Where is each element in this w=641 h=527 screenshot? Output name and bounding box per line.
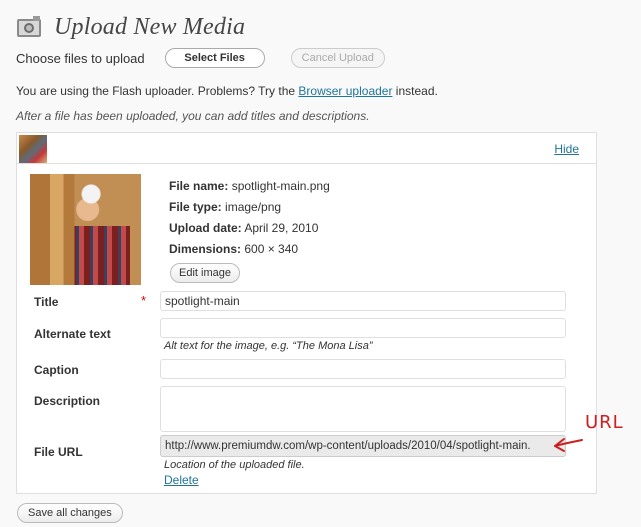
file-url-label: File URL xyxy=(34,445,83,459)
choose-files-label: Choose files to upload xyxy=(16,50,145,66)
file-type-label: File type: xyxy=(169,200,222,214)
dimensions-value: 600 × 340 xyxy=(244,242,299,256)
select-files-button[interactable]: Select Files xyxy=(164,48,265,68)
upload-date-label: Upload date: xyxy=(169,221,242,235)
browser-uploader-link[interactable]: Browser uploader xyxy=(298,84,392,98)
alt-text-input[interactable] xyxy=(160,318,566,338)
after-upload-note: After a file has been uploaded, you can … xyxy=(16,109,370,123)
save-all-changes-button[interactable]: Save all changes xyxy=(17,503,123,523)
flash-note-prefix: You are using the Flash uploader. Proble… xyxy=(16,84,299,98)
file-url-input[interactable]: http://www.premiumdw.com/wp-content/uplo… xyxy=(160,435,566,457)
media-item-header: Hide xyxy=(17,133,596,164)
file-type-row: File type: image/png xyxy=(169,197,330,218)
delete-link[interactable]: Delete xyxy=(164,473,199,487)
upload-date-value: April 29, 2010 xyxy=(244,221,319,235)
url-annotation-label: URL xyxy=(585,412,624,433)
upload-row: Choose files to upload Select Files Canc… xyxy=(16,47,385,69)
alt-text-label: Alternate text xyxy=(34,327,111,341)
media-thumbnail xyxy=(19,135,47,163)
flash-note-suffix: instead. xyxy=(392,84,438,98)
required-mark: * xyxy=(141,293,147,308)
description-label: Description xyxy=(34,394,101,408)
dimensions-label: Dimensions: xyxy=(169,242,242,256)
caption-input[interactable] xyxy=(160,359,566,379)
page-header: Upload New Media xyxy=(16,12,245,42)
file-url-help: Location of the uploaded file. xyxy=(164,459,305,471)
edit-image-button[interactable]: Edit image xyxy=(170,263,240,283)
file-type-value: image/png xyxy=(225,200,282,214)
file-name-row: File name: spotlight-main.png xyxy=(169,176,330,197)
caption-label: Caption xyxy=(34,363,79,377)
file-name-label: File name: xyxy=(169,179,229,193)
page-title: Upload New Media xyxy=(54,13,246,40)
hide-link[interactable]: Hide xyxy=(554,142,579,156)
media-upload-icon xyxy=(17,16,41,37)
media-item: Hide File name: spotlight-main.png File … xyxy=(16,132,597,494)
image-preview xyxy=(30,174,141,285)
title-input[interactable] xyxy=(160,291,566,311)
file-name-value: spotlight-main.png xyxy=(231,179,330,193)
upload-date-row: Upload date: April 29, 2010 xyxy=(169,218,330,239)
cancel-upload-button[interactable]: Cancel Upload xyxy=(290,48,385,68)
dimensions-row: Dimensions: 600 × 340 xyxy=(169,239,330,260)
title-label: Title xyxy=(34,295,59,309)
alt-text-help: Alt text for the image, e.g. “The Mona L… xyxy=(164,340,373,352)
flash-uploader-note: You are using the Flash uploader. Proble… xyxy=(16,84,438,98)
file-info: File name: spotlight-main.png File type:… xyxy=(169,176,330,260)
description-textarea[interactable] xyxy=(160,386,566,432)
